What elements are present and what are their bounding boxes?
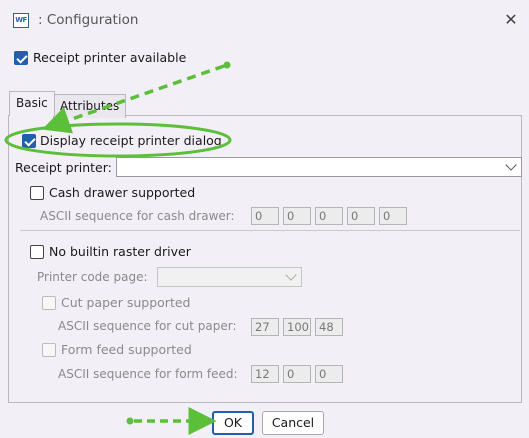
cut-paper-seq-1[interactable]: 27 xyxy=(251,318,279,336)
title-bar: WF : Configuration ✕ xyxy=(0,0,529,41)
no-builtin-raster-driver-checkbox[interactable] xyxy=(30,245,44,259)
cash-drawer-ascii-label: ASCII sequence for cash drawer: xyxy=(40,209,235,223)
cash-drawer-seq-4[interactable]: 0 xyxy=(347,207,375,225)
cancel-button[interactable]: Cancel xyxy=(262,411,324,435)
form-feed-seq-3[interactable]: 0 xyxy=(315,365,343,383)
printer-code-page-label: Printer code page: xyxy=(37,270,148,284)
cash-drawer-supported-label: Cash drawer supported xyxy=(49,185,196,200)
cash-drawer-seq-5[interactable]: 0 xyxy=(379,207,407,225)
cash-drawer-seq-2[interactable]: 0 xyxy=(283,207,311,225)
form-feed-seq-2[interactable]: 0 xyxy=(283,365,311,383)
form-feed-supported-checkbox[interactable] xyxy=(42,343,56,357)
cash-drawer-seq-3[interactable]: 0 xyxy=(315,207,343,225)
cut-paper-supported-label: Cut paper supported xyxy=(61,295,191,310)
chevron-down-icon xyxy=(285,269,297,281)
app-icon: WF xyxy=(13,13,29,28)
printer-code-page-dropdown[interactable] xyxy=(157,267,302,287)
cut-paper-seq-3[interactable]: 48 xyxy=(315,318,343,336)
tab-attributes[interactable]: Attributes xyxy=(53,94,127,118)
receipt-printer-available-label: Receipt printer available xyxy=(33,50,187,65)
chevron-down-icon xyxy=(505,159,517,171)
display-receipt-printer-dialog-checkbox[interactable] xyxy=(22,134,36,148)
cash-drawer-seq-1[interactable]: 0 xyxy=(251,207,279,225)
cut-paper-ascii-label: ASCII sequence for cut paper: xyxy=(58,319,237,333)
receipt-printer-dropdown[interactable] xyxy=(116,157,522,177)
form-feed-supported-label: Form feed supported xyxy=(61,342,192,357)
cut-paper-seq-2[interactable]: 100 xyxy=(283,318,311,336)
display-receipt-printer-dialog-label: Display receipt printer dialog xyxy=(40,133,222,148)
receipt-printer-available-checkbox[interactable] xyxy=(14,51,28,65)
close-icon[interactable]: ✕ xyxy=(501,10,521,30)
arrow-to-ok-annotation xyxy=(126,407,217,435)
tab-basic[interactable]: Basic xyxy=(9,91,55,116)
form-feed-seq-1[interactable]: 12 xyxy=(251,365,279,383)
window-title: : Configuration xyxy=(38,12,139,28)
form-feed-ascii-label: ASCII sequence for form feed: xyxy=(58,367,238,381)
no-builtin-raster-driver-label: No builtin raster driver xyxy=(49,244,191,259)
cash-drawer-supported-checkbox[interactable] xyxy=(30,186,44,200)
ok-button[interactable]: OK xyxy=(212,411,254,435)
section-divider xyxy=(20,230,520,231)
cut-paper-supported-checkbox[interactable] xyxy=(42,296,56,310)
receipt-printer-label: Receipt printer: xyxy=(15,160,112,175)
